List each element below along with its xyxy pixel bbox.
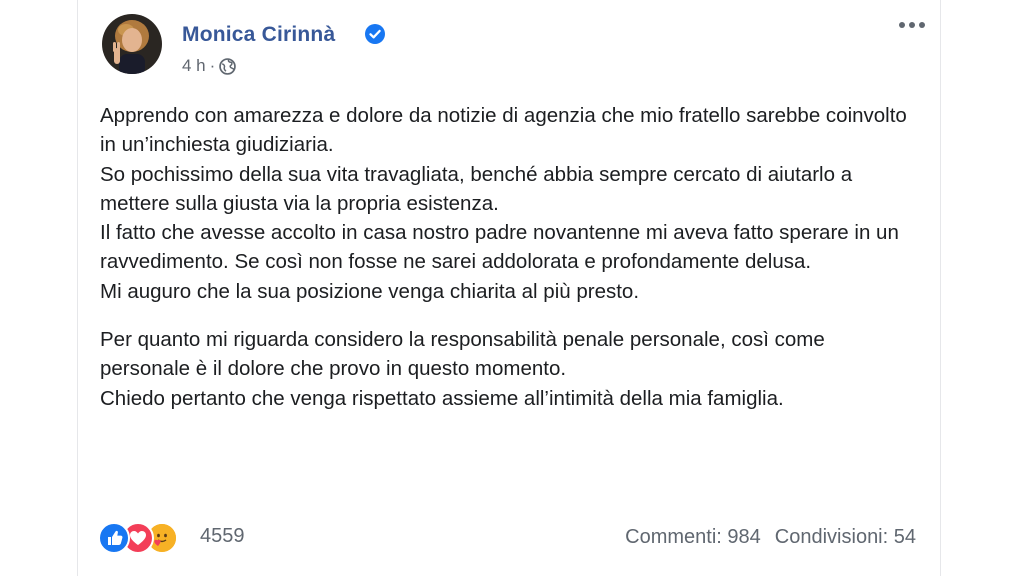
globe-icon[interactable] xyxy=(219,57,237,75)
post-time[interactable]: 4 h xyxy=(182,56,206,76)
page-border-right xyxy=(940,0,941,576)
more-dot-icon xyxy=(899,22,905,28)
post-line: Mi auguro che la sua posizione venga chi… xyxy=(100,279,640,303)
meta-separator: · xyxy=(209,56,216,75)
reaction-count: 4559 xyxy=(200,524,245,547)
shares-count-link[interactable]: Condivisioni: 54 xyxy=(775,526,916,549)
post-line: So pochissimo della sua vita travagliata… xyxy=(100,162,853,215)
more-dot-icon xyxy=(909,22,915,28)
post-line: Chiedo pertanto che venga rispettato ass… xyxy=(100,386,784,410)
reactions-summary[interactable]: 4559 xyxy=(98,520,245,554)
author-name[interactable]: Monica Cirinnà xyxy=(182,23,335,47)
like-icon xyxy=(98,522,130,554)
avatar-image xyxy=(102,14,162,74)
comments-count-link[interactable]: Commenti: 984 xyxy=(625,526,761,549)
more-options-button[interactable] xyxy=(895,15,929,35)
facebook-post: Monica Cirinnà 4 h · Apprendo con amarez… xyxy=(78,0,940,576)
post-line: Per quanto mi riguarda considero la resp… xyxy=(100,328,825,381)
reaction-icons xyxy=(98,520,188,554)
avatar[interactable] xyxy=(102,14,162,74)
post-paragraph: Apprendo con amarezza e dolore da notizi… xyxy=(100,101,920,306)
post-line: Il fatto che avesse accolto in casa nost… xyxy=(100,221,899,274)
post-line: Apprendo con amarezza e dolore da notizi… xyxy=(100,104,907,157)
verified-badge-icon xyxy=(365,24,385,44)
post-meta: 4 h · xyxy=(182,56,237,76)
post-body: Apprendo con amarezza e dolore da notizi… xyxy=(100,101,920,413)
more-dot-icon xyxy=(919,22,925,28)
post-paragraph: Per quanto mi riguarda considero la resp… xyxy=(100,325,920,413)
post-stats: Commenti: 984 Condivisioni: 54 xyxy=(625,526,916,549)
